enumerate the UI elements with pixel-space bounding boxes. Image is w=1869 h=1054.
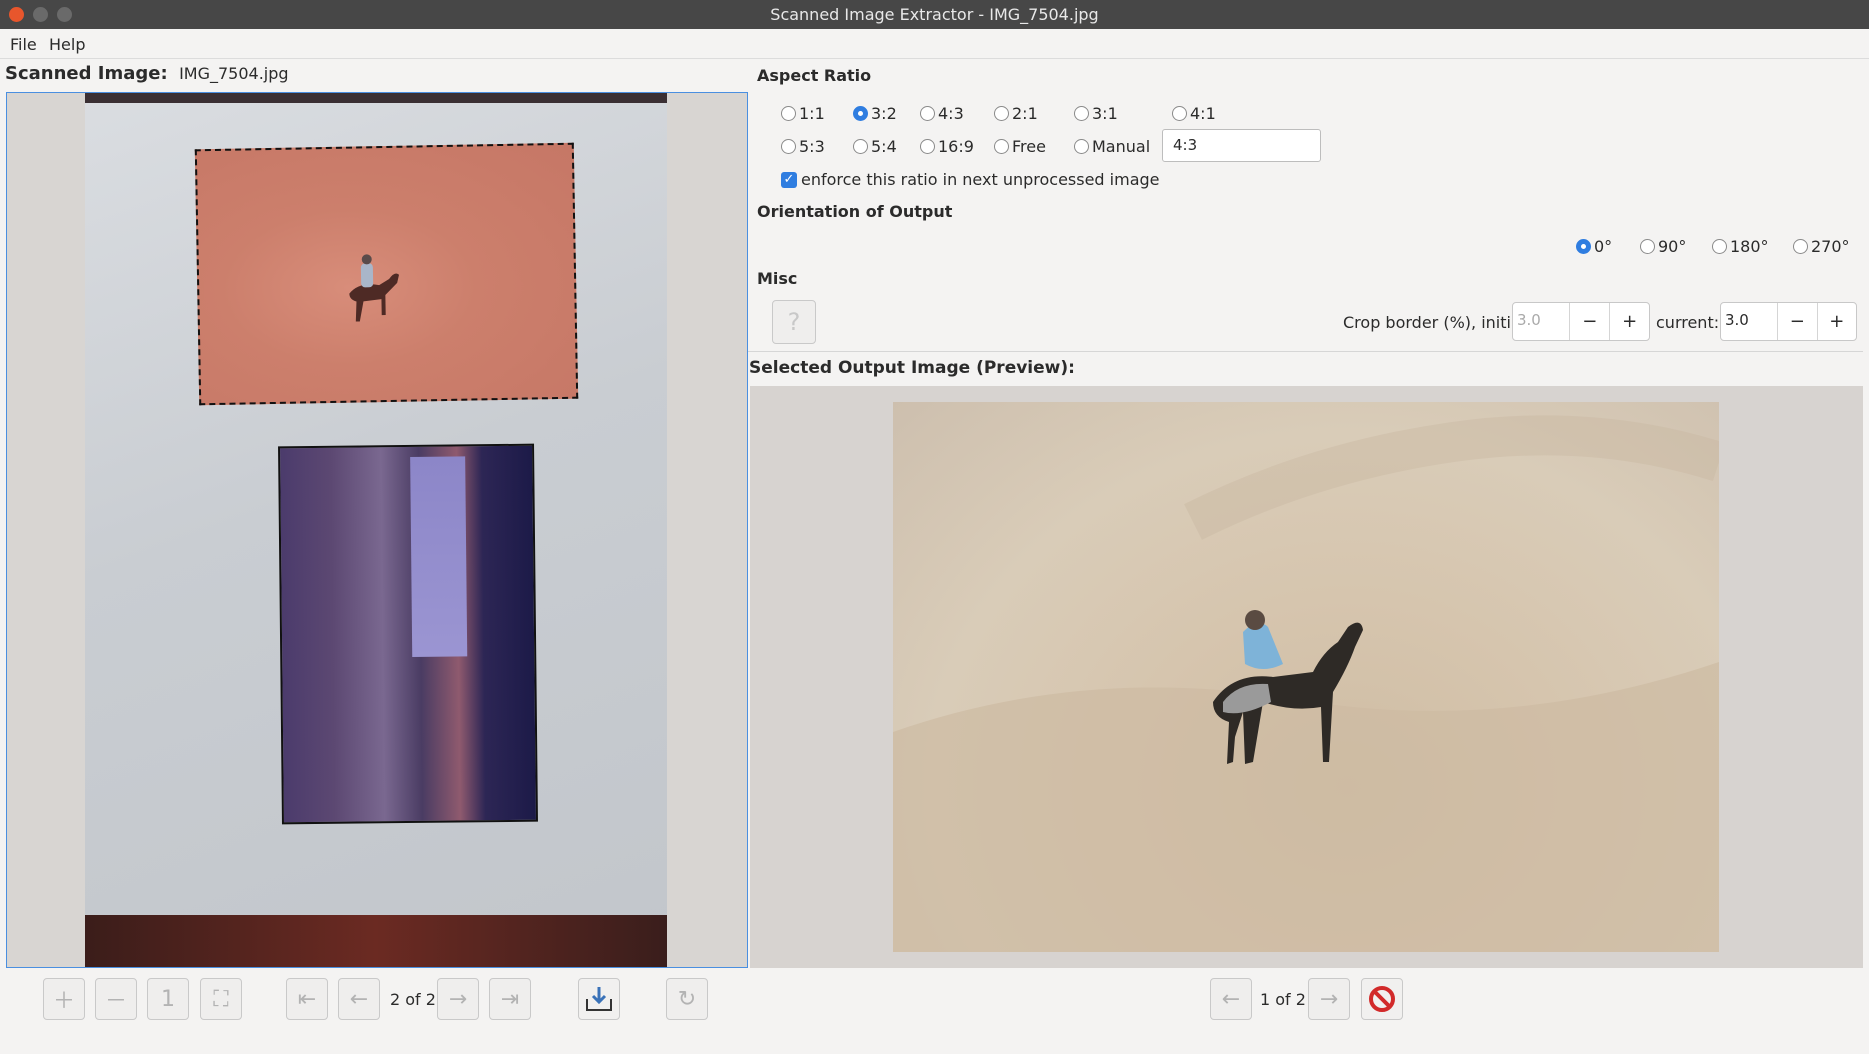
orientation-option-0[interactable]: 0°: [1576, 237, 1612, 256]
scanned-image-view[interactable]: [6, 92, 748, 968]
menu-file[interactable]: File: [10, 35, 37, 54]
crop-current-value[interactable]: 3.0: [1721, 303, 1777, 340]
crop-current-increment[interactable]: +: [1816, 303, 1856, 340]
zoom-in-icon[interactable]: ＋: [43, 978, 85, 1020]
crop-current-decrement[interactable]: −: [1777, 303, 1816, 340]
menu-help[interactable]: Help: [49, 35, 85, 54]
last-icon[interactable]: ⇥: [489, 978, 531, 1020]
scanned-image-header: Scanned Image: IMG_7504.jpg: [5, 63, 289, 84]
rotate-icon[interactable]: ↻: [666, 978, 708, 1020]
previous-icon[interactable]: ←: [338, 978, 380, 1020]
aspect-option-3-2[interactable]: 3:2: [853, 104, 897, 123]
preview-view[interactable]: [750, 386, 1863, 968]
scan-bottom-edge: [85, 915, 667, 967]
next-icon[interactable]: →: [437, 978, 479, 1020]
crop-initial-label: Crop border (%), initial:: [1343, 313, 1531, 332]
checkmark-icon: ✓: [781, 171, 797, 188]
misc-title: Misc: [757, 269, 798, 288]
preview-next-icon[interactable]: →: [1308, 978, 1350, 1020]
preview-counter: 1 of 2: [1260, 990, 1306, 1009]
aspect-option-3-1[interactable]: 3:1: [1074, 104, 1118, 123]
zoom-100-icon[interactable]: 1: [147, 978, 189, 1020]
aspect-option-4-3[interactable]: 4:3: [920, 104, 964, 123]
scanned-image-label: Scanned Image:: [5, 63, 168, 84]
title-bar: Scanned Image Extractor - IMG_7504.jpg: [0, 0, 1869, 29]
camel-rider-figure: [349, 254, 400, 322]
orientation-option-270[interactable]: 270°: [1793, 237, 1850, 256]
enforce-ratio-checkbox[interactable]: ✓ enforce this ratio in next unprocessed…: [781, 170, 1160, 189]
scan-page-counter: 2 of 2: [390, 990, 436, 1009]
save-icon[interactable]: [578, 978, 620, 1020]
aspect-option-5-3[interactable]: 5:3: [781, 137, 825, 156]
window-title: Scanned Image Extractor - IMG_7504.jpg: [770, 5, 1099, 24]
aspect-option-free[interactable]: Free: [994, 137, 1046, 156]
zoom-out-icon[interactable]: －: [95, 978, 137, 1020]
scan-top-edge: [85, 93, 667, 103]
aspect-option-manual[interactable]: Manual: [1074, 137, 1150, 156]
aspect-option-2-1[interactable]: 2:1: [994, 104, 1038, 123]
scanned-page: [85, 93, 667, 967]
save-glyph: [586, 987, 612, 1011]
detected-photo-temple[interactable]: [278, 443, 538, 825]
orientation-option-180[interactable]: 180°: [1712, 237, 1769, 256]
temple-sky: [410, 456, 468, 657]
crop-initial-value[interactable]: 3.0: [1513, 303, 1569, 340]
crop-current-spinner[interactable]: 3.0 − +: [1720, 302, 1857, 341]
preview-image: [893, 402, 1719, 952]
crop-initial-decrement[interactable]: −: [1569, 303, 1609, 340]
aspect-option-4-1[interactable]: 4:1: [1172, 104, 1216, 123]
help-button[interactable]: ?: [772, 300, 816, 344]
preview-scene: [893, 415, 1719, 952]
aspect-ratio-title: Aspect Ratio: [757, 66, 872, 85]
crop-initial-increment[interactable]: +: [1609, 303, 1649, 340]
aspect-option-1-1[interactable]: 1:1: [781, 104, 825, 123]
delete-icon[interactable]: [1361, 978, 1403, 1020]
orientation-title: Orientation of Output: [757, 202, 953, 221]
first-icon[interactable]: ⇤: [286, 978, 328, 1020]
preview-title: Selected Output Image (Preview):: [749, 358, 1075, 378]
detected-photo-selected[interactable]: [194, 142, 579, 406]
scanned-image-filename: IMG_7504.jpg: [179, 64, 289, 83]
enforce-ratio-label: enforce this ratio in next unprocessed i…: [801, 170, 1160, 189]
menu-bar: File Help: [0, 30, 1869, 59]
crop-current-label: current:: [1656, 313, 1720, 332]
section-divider: [748, 351, 1863, 352]
crop-initial-spinner[interactable]: 3.0 − +: [1512, 302, 1650, 341]
orientation-option-90[interactable]: 90°: [1640, 237, 1686, 256]
aspect-option-16-9[interactable]: 16:9: [920, 137, 974, 156]
manual-ratio-input[interactable]: 4:3: [1162, 129, 1321, 162]
aspect-option-5-4[interactable]: 5:4: [853, 137, 897, 156]
delete-glyph: [1369, 986, 1395, 1012]
fit-to-window-icon[interactable]: ⛶: [200, 978, 242, 1020]
preview-previous-icon[interactable]: ←: [1210, 978, 1252, 1020]
